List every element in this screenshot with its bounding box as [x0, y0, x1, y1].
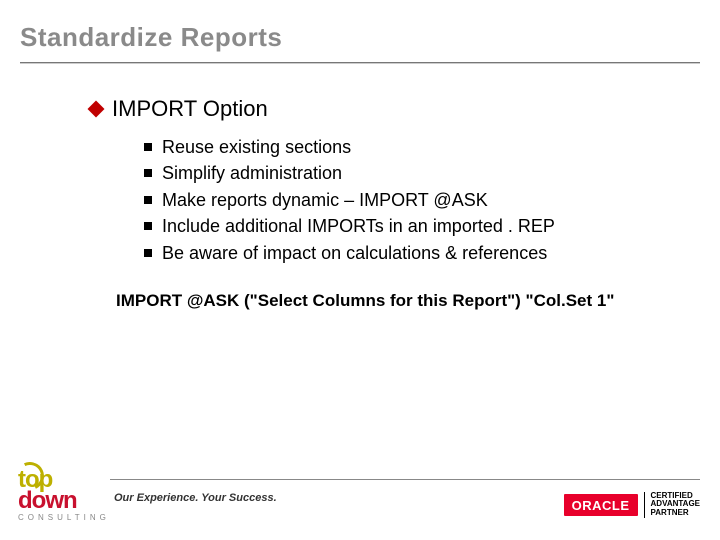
logo-word-down: down: [18, 491, 77, 511]
content-area: IMPORT Option Reuse existing sections Si…: [90, 96, 650, 311]
square-bullet-icon: [144, 143, 152, 151]
square-bullet-icon: [144, 249, 152, 257]
bullet-text: Include additional IMPORTs in an importe…: [162, 215, 555, 238]
footer-divider: [110, 479, 700, 480]
footer-tagline: Our Experience. Your Success.: [114, 492, 277, 504]
bullet-text: Reuse existing sections: [162, 136, 351, 159]
bullet-text: Make reports dynamic – IMPORT @ASK: [162, 189, 488, 212]
square-bullet-icon: [144, 196, 152, 204]
topic-heading: IMPORT Option: [112, 96, 268, 122]
partner-line: PARTNER: [651, 509, 700, 518]
list-item: Simplify administration: [144, 162, 650, 185]
list-item: Reuse existing sections: [144, 136, 650, 159]
square-bullet-icon: [144, 169, 152, 177]
diamond-bullet-icon: [88, 101, 105, 118]
title-divider: [20, 62, 700, 64]
bullet-text: Simplify administration: [162, 162, 342, 185]
topic-row: IMPORT Option: [90, 96, 650, 122]
code-example: IMPORT @ASK ("Select Columns for this Re…: [116, 291, 650, 311]
partner-text: CERTIFIED ADVANTAGE PARTNER: [644, 492, 700, 518]
list-item: Make reports dynamic – IMPORT @ASK: [144, 189, 650, 212]
oracle-brand: ORACLE: [564, 494, 638, 516]
oracle-partner-logo: ORACLE CERTIFIED ADVANTAGE PARTNER: [564, 492, 700, 518]
page-title: Standardize Reports: [20, 22, 282, 53]
topdown-logo: top down CONSULTING: [18, 470, 104, 522]
bullet-list: Reuse existing sections Simplify adminis…: [144, 136, 650, 265]
list-item: Be aware of impact on calculations & ref…: [144, 242, 650, 265]
logo-subtext: CONSULTING: [18, 513, 104, 522]
list-item: Include additional IMPORTs in an importe…: [144, 215, 650, 238]
bullet-text: Be aware of impact on calculations & ref…: [162, 242, 547, 265]
square-bullet-icon: [144, 222, 152, 230]
